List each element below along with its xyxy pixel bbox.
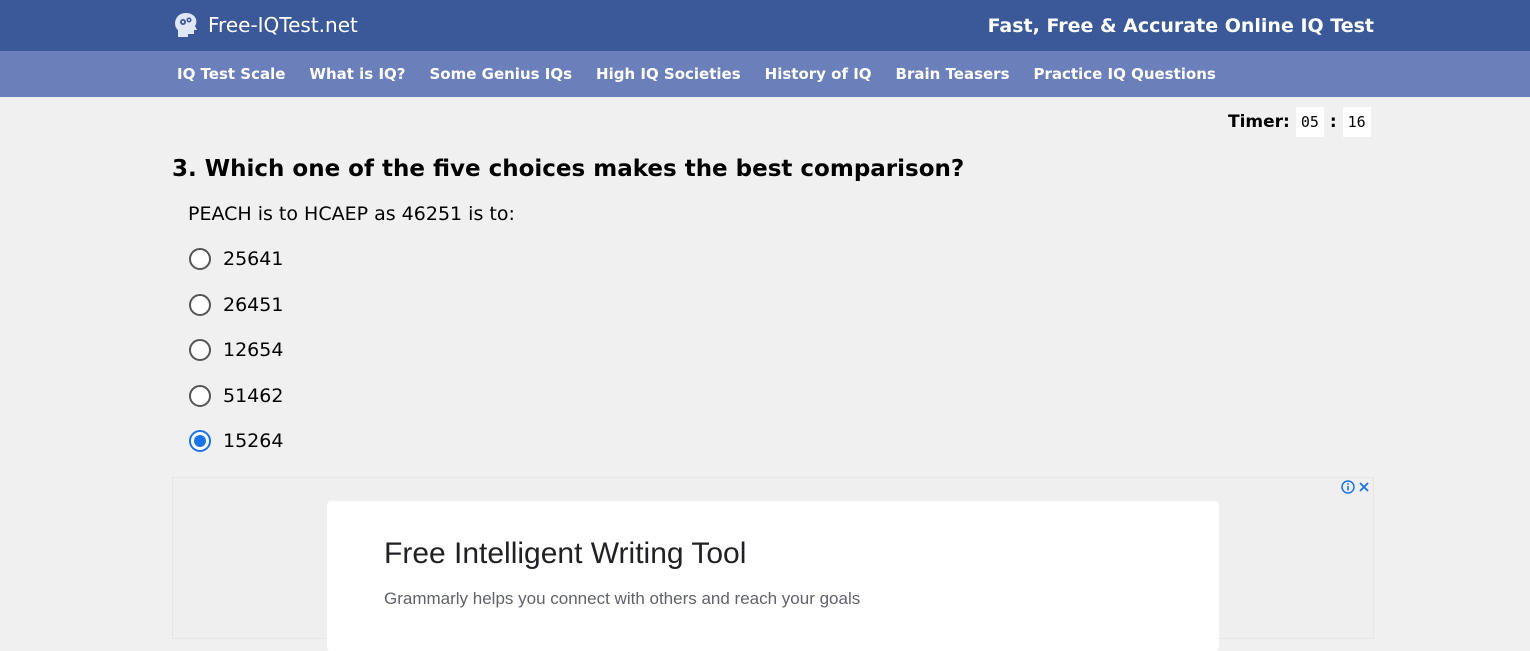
answer-radio-2[interactable] xyxy=(189,294,211,316)
answer-option-label: 25641 xyxy=(223,248,284,270)
info-icon[interactable] xyxy=(1341,480,1355,498)
advertisement: Free Intelligent Writing Tool Grammarly … xyxy=(172,477,1374,651)
nav-item-some-genius-iqs[interactable]: Some Genius IQs xyxy=(430,65,573,83)
answer-option-5[interactable]: 15264 xyxy=(189,430,283,452)
nav-item-practice-iq-questions[interactable]: Practice IQ Questions xyxy=(1034,65,1216,83)
timer-label: Timer: xyxy=(1228,112,1290,132)
answer-radio-5[interactable] xyxy=(189,430,211,452)
close-icon[interactable] xyxy=(1357,480,1371,498)
answer-radio-3[interactable] xyxy=(189,339,211,361)
answer-option-3[interactable]: 12654 xyxy=(189,339,283,361)
nav-item-history-of-iq[interactable]: History of IQ xyxy=(765,65,872,83)
timer-seconds: 16 xyxy=(1342,107,1371,137)
question-prompt: PEACH is to HCAEP as 46251 is to: xyxy=(188,203,515,225)
ad-title[interactable]: Free Intelligent Writing Tool xyxy=(384,537,746,571)
answer-option-2[interactable]: 26451 xyxy=(189,294,283,316)
answer-option-1[interactable]: 25641 xyxy=(189,248,283,270)
site-tagline: Fast, Free & Accurate Online IQ Test xyxy=(987,15,1374,37)
top-header: Free-IQTest.net Fast, Free & Accurate On… xyxy=(0,0,1530,51)
brain-head-icon xyxy=(172,11,200,39)
answer-option-label: 26451 xyxy=(223,294,284,316)
answer-radio-4[interactable] xyxy=(189,385,211,407)
nav-item-iq-test-scale[interactable]: IQ Test Scale xyxy=(177,65,285,83)
answer-option-label: 15264 xyxy=(223,430,284,452)
answer-option-label: 12654 xyxy=(223,339,284,361)
timer: Timer: 05 : 16 xyxy=(1228,107,1371,137)
site-name: Free-IQTest.net xyxy=(208,13,358,37)
main-nav: IQ Test Scale What is IQ? Some Genius IQ… xyxy=(0,51,1530,97)
site-logo[interactable]: Free-IQTest.net xyxy=(172,7,358,43)
timer-separator: : xyxy=(1329,112,1337,132)
timer-minutes: 05 xyxy=(1295,107,1324,137)
answer-option-4[interactable]: 51462 xyxy=(189,385,283,407)
answer-option-label: 51462 xyxy=(223,385,284,407)
nav-item-what-is-iq[interactable]: What is IQ? xyxy=(309,65,405,83)
ad-description: Grammarly helps you connect with others … xyxy=(384,589,861,608)
ad-card[interactable]: Free Intelligent Writing Tool Grammarly … xyxy=(327,501,1219,651)
nav-item-high-iq-societies[interactable]: High IQ Societies xyxy=(596,65,741,83)
answer-radio-1[interactable] xyxy=(189,248,211,270)
question-title: 3. Which one of the five choices makes t… xyxy=(172,156,965,182)
nav-item-brain-teasers[interactable]: Brain Teasers xyxy=(896,65,1010,83)
